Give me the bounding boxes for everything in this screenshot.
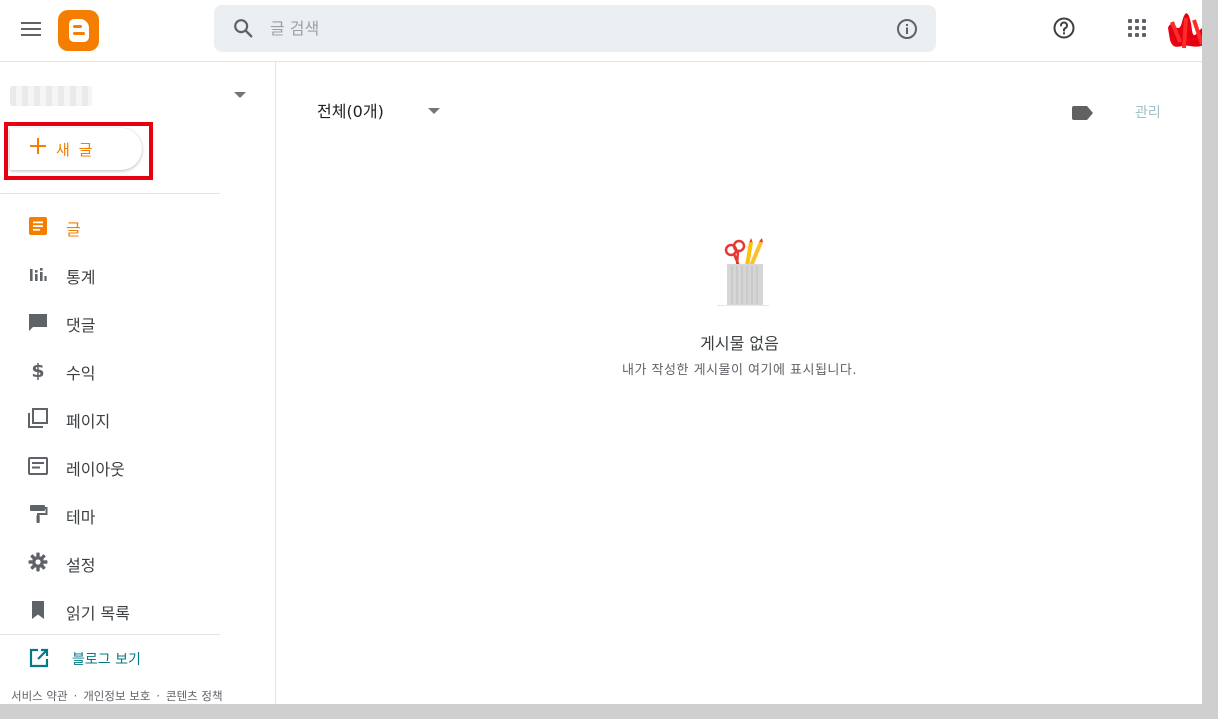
sidebar: 새 글 글 통계 댓글 $ 수익 페이지 레이아웃 테마 설정 읽기 목록 블로… [0,62,276,719]
dollar-icon: $ [31,360,44,380]
label-icon[interactable] [1072,106,1094,120]
sidebar-item-pages[interactable]: 페이지 [0,396,220,440]
footer-separator: · [73,689,78,703]
sidebar-item-settings[interactable]: 설정 [0,540,220,584]
sidebar-item-label: 설정 [66,556,96,575]
sidebar-item-label: 레이아웃 [66,460,125,479]
sidebar-item-reading-list[interactable]: 읽기 목록 [0,588,220,632]
frame-right [1202,0,1218,719]
bookmark-icon [32,601,44,619]
footer-links: 서비스 약관 · 개인정보 보호 · 콘텐츠 정책 [11,688,223,704]
google-apps-icon[interactable] [1128,19,1148,39]
sidebar-divider [0,193,220,194]
help-icon[interactable] [1052,16,1076,40]
plus-icon [30,138,46,154]
blogger-logo[interactable] [58,10,99,51]
search-input[interactable] [270,13,870,43]
pencil-cup-icon [717,238,769,306]
sidebar-item-label: 수익 [66,364,96,383]
sidebar-item-label: 읽기 목록 [66,604,130,623]
view-blog-link[interactable]: 블로그 보기 [0,636,220,680]
sidebar-item-earnings[interactable]: $ 수익 [0,348,220,392]
empty-state-title: 게시물 없음 [700,334,779,353]
filter-label: 전체(0개) [317,102,384,121]
sidebar-item-comments[interactable]: 댓글 [0,300,220,344]
gear-icon [28,552,48,572]
footer-separator: · [156,689,161,703]
sidebar-item-posts[interactable]: 글 [0,204,220,248]
sidebar-item-stats[interactable]: 통계 [0,252,220,296]
posts-panel: 전체(0개) 관리 게시물 없음 내가 작성한 게시물이 여기에 표시됩니다. [277,62,1202,704]
new-post-label: 새 글 [56,141,95,159]
empty-state-subtitle: 내가 작성한 게시물이 여기에 표시됩니다. [622,363,857,378]
layout-icon [28,457,48,475]
top-app-bar [0,0,1218,62]
terms-link[interactable]: 서비스 약관 [11,689,68,703]
view-blog-label: 블로그 보기 [72,652,141,668]
frame-bottom [0,704,1218,719]
info-icon[interactable] [895,17,919,41]
sidebar-item-label: 댓글 [66,316,96,335]
blog-name-redacted [10,86,92,106]
comments-icon [29,314,47,331]
svg-text:$: $ [31,360,44,380]
manage-button[interactable]: 관리 [1135,102,1161,122]
sidebar-item-label: 테마 [66,508,96,527]
privacy-link[interactable]: 개인정보 보호 [83,689,150,703]
sidebar-divider [0,634,220,635]
new-post-button[interactable]: 새 글 [10,128,142,170]
sidebar-item-label: 통계 [66,268,96,287]
chevron-down-icon [234,92,246,98]
pages-icon [28,408,48,428]
sidebar-item-label: 글 [66,220,81,239]
blog-selector[interactable] [10,82,260,112]
external-link-icon [29,648,49,668]
chevron-down-icon [428,108,440,114]
hamburger-menu-icon[interactable] [18,16,44,42]
posts-icon [29,217,47,235]
stats-icon [30,268,47,281]
sidebar-item-layout[interactable]: 레이아웃 [0,444,220,488]
sidebar-item-theme[interactable]: 테마 [0,492,220,536]
sidebar-item-label: 페이지 [66,412,111,431]
posts-filter-dropdown[interactable]: 전체(0개) [317,98,440,122]
search-bar [214,5,936,52]
theme-icon [30,505,48,523]
content-policy-link[interactable]: 콘텐츠 정책 [166,689,223,703]
search-icon[interactable] [232,17,254,39]
blogger-app: 새 글 글 통계 [0,0,1218,719]
app-canvas: 새 글 글 통계 [0,0,1218,719]
